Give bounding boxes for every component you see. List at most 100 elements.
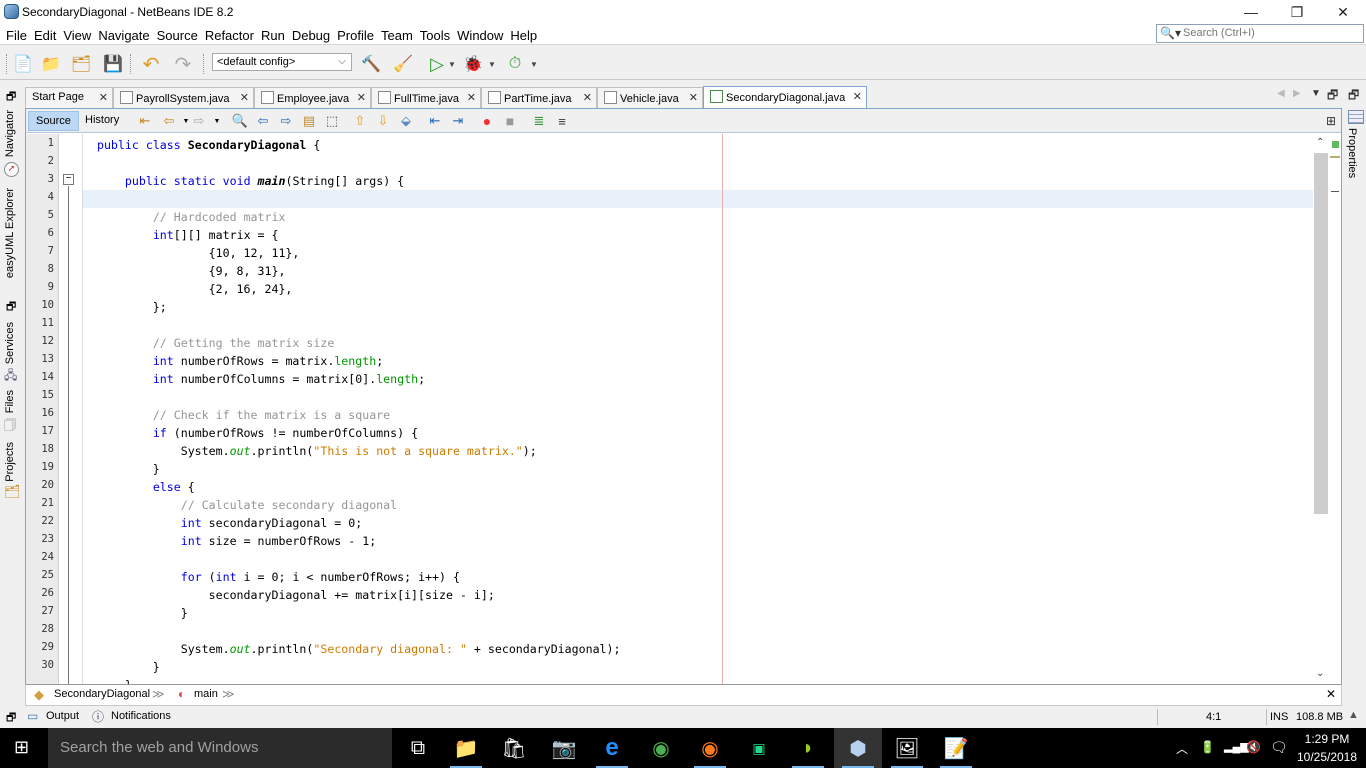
breadcrumb-class[interactable]: SecondaryDiagonal	[54, 688, 150, 700]
show-opened-documents-icon[interactable]: ▼	[1311, 88, 1321, 99]
source-view-button[interactable]: Source	[28, 111, 79, 131]
breadcrumb-method[interactable]: main	[194, 688, 218, 700]
menu-tools[interactable]: Tools	[417, 26, 453, 45]
last-edit-icon[interactable]: ⇤	[136, 112, 154, 130]
profile-dropdown-icon[interactable]: ▼	[528, 53, 540, 75]
run-dropdown-icon[interactable]: ▼	[446, 53, 458, 75]
netbeans-taskbar-icon[interactable]: ⬢	[834, 728, 882, 768]
comment-icon[interactable]: ≣	[530, 112, 548, 130]
dock-tab-properties[interactable]: Properties	[1346, 128, 1358, 178]
restore-window-icon[interactable]: 🗗	[1327, 86, 1338, 107]
restore-group-icon[interactable]: 🗗	[6, 298, 16, 317]
tab-payrollsystem[interactable]: PayrollSystem.java ✕	[113, 87, 254, 108]
find-previous-icon[interactable]: ⇦	[254, 112, 272, 130]
close-tab-icon[interactable]: ✕	[689, 91, 698, 104]
uncomment-icon[interactable]: ≡	[553, 112, 571, 130]
dock-tab-easyuml-explorer[interactable]: easyUML Explorer	[4, 188, 16, 278]
close-tab-icon[interactable]: ✕	[853, 90, 862, 103]
volume-muted-icon[interactable]: 🔇	[1246, 740, 1261, 754]
open-project-icon[interactable]: 🗂	[70, 53, 92, 75]
clock-time[interactable]: 1:29 PM	[1297, 732, 1357, 746]
menu-help[interactable]: Help	[507, 26, 540, 45]
toggle-highlight-icon[interactable]: ▤	[300, 112, 318, 130]
new-file-icon[interactable]: 📄	[12, 53, 34, 75]
gc-icon[interactable]: ▲	[1348, 709, 1359, 721]
minimize-button[interactable]: —	[1228, 0, 1274, 24]
close-tab-icon[interactable]: ✕	[357, 91, 366, 104]
photos-icon[interactable]: 🖼	[883, 728, 931, 768]
search-input[interactable]: Search (Ctrl+I)	[1183, 27, 1255, 39]
menu-file[interactable]: File	[3, 26, 30, 45]
menu-window[interactable]: Window	[454, 26, 506, 45]
camera-icon[interactable]: 📷	[540, 728, 588, 768]
find-next-icon[interactable]: ⇨	[277, 112, 295, 130]
tab-employee[interactable]: Employee.java ✕	[254, 87, 371, 108]
network-icon[interactable]: ▂▄▆	[1224, 740, 1249, 753]
split-editor-icon[interactable]: ⊞	[1322, 112, 1340, 130]
memory-usage[interactable]: 108.8 MB	[1296, 711, 1343, 723]
previous-bookmark-icon[interactable]: ⇧	[351, 112, 369, 130]
restore-group-icon[interactable]: 🗗	[6, 709, 16, 728]
rect-selection-icon[interactable]: ⬚	[323, 112, 341, 130]
menu-source[interactable]: Source	[154, 26, 201, 45]
run-icon[interactable]: ▷	[426, 53, 448, 75]
tab-parttime[interactable]: PartTime.java ✕	[481, 87, 597, 108]
menu-team[interactable]: Team	[378, 26, 416, 45]
build-icon[interactable]: 🔨	[360, 53, 382, 75]
profile-icon[interactable]: ⏱	[504, 53, 526, 75]
store-icon[interactable]: 🛍	[490, 728, 538, 768]
tab-vehicle[interactable]: Vehicle.java ✕	[597, 87, 703, 108]
chrome-icon[interactable]: ◉	[637, 728, 685, 768]
etisalat-icon[interactable]: ◗	[784, 728, 832, 768]
close-tab-icon[interactable]: ✕	[467, 91, 476, 104]
close-breadcrumb-icon[interactable]: ✕	[1326, 687, 1336, 701]
debug-icon[interactable]: 🐞	[462, 53, 484, 75]
clock-date[interactable]: 10/25/2018	[1293, 750, 1361, 764]
forward-dropdown-icon[interactable]: ▼	[208, 112, 226, 130]
menu-debug[interactable]: Debug	[289, 26, 333, 45]
restore-button[interactable]: ❐	[1274, 0, 1320, 24]
notepad-icon[interactable]: 📝	[932, 728, 980, 768]
close-button[interactable]: ✕	[1320, 0, 1366, 24]
restore-group-icon[interactable]: 🗗	[6, 88, 16, 107]
firefox-icon[interactable]: ◉	[686, 728, 734, 768]
scroll-down-icon[interactable]: ⌄	[1316, 668, 1324, 679]
notifications-tab[interactable]: Notifications	[111, 710, 171, 722]
scrollbar-thumb[interactable]	[1314, 153, 1328, 514]
file-explorer-icon[interactable]: 📁	[442, 728, 490, 768]
toggle-bookmark-icon[interactable]: ⬙	[397, 112, 415, 130]
quick-search[interactable]: 🔍▾ Search (Ctrl+I)	[1156, 24, 1364, 43]
taskbar-search[interactable]: Search the web and Windows	[48, 728, 392, 768]
close-tab-icon[interactable]: ✕	[99, 91, 108, 104]
pycharm-icon[interactable]: ▣	[735, 728, 783, 768]
forward-icon[interactable]: ⇨	[190, 112, 208, 130]
start-macro-icon[interactable]: ●	[478, 112, 496, 130]
new-project-icon[interactable]: 📁	[40, 53, 62, 75]
scroll-tabs-left-icon[interactable]: ◀	[1277, 88, 1285, 99]
menu-refactor[interactable]: Refactor	[202, 26, 257, 45]
fold-collapse-icon[interactable]: −	[63, 174, 74, 185]
config-select[interactable]: <default config> ⌵	[212, 53, 352, 71]
shift-right-icon[interactable]: ⇥	[449, 112, 467, 130]
find-icon[interactable]: 🔍	[231, 112, 249, 130]
scroll-tabs-right-icon[interactable]: ▶	[1293, 88, 1301, 99]
shift-left-icon[interactable]: ⇤	[426, 112, 444, 130]
code-area[interactable]: public class SecondaryDiagonal { public …	[83, 134, 1313, 685]
debug-dropdown-icon[interactable]: ▼	[486, 53, 498, 75]
close-tab-icon[interactable]: ✕	[240, 91, 249, 104]
clean-build-icon[interactable]: 🧹	[392, 53, 414, 75]
battery-icon[interactable]: 🔋	[1200, 740, 1215, 754]
output-tab[interactable]: Output	[46, 710, 79, 722]
dock-tab-navigator[interactable]: Navigator	[4, 110, 16, 157]
task-view-icon[interactable]: ⧉	[394, 728, 442, 768]
dock-tab-projects[interactable]: Projects	[4, 442, 16, 482]
back-icon[interactable]: ⇦	[160, 112, 178, 130]
next-bookmark-icon[interactable]: ⇩	[374, 112, 392, 130]
dock-tab-services[interactable]: Services	[4, 322, 16, 364]
menu-profile[interactable]: Profile	[334, 26, 377, 45]
restore-group-icon[interactable]: 🗗	[1348, 86, 1359, 107]
undo-icon[interactable]: ↶	[140, 53, 162, 76]
menu-run[interactable]: Run	[258, 26, 288, 45]
scroll-up-icon[interactable]: ⌃	[1316, 137, 1324, 148]
menu-view[interactable]: View	[60, 26, 94, 45]
